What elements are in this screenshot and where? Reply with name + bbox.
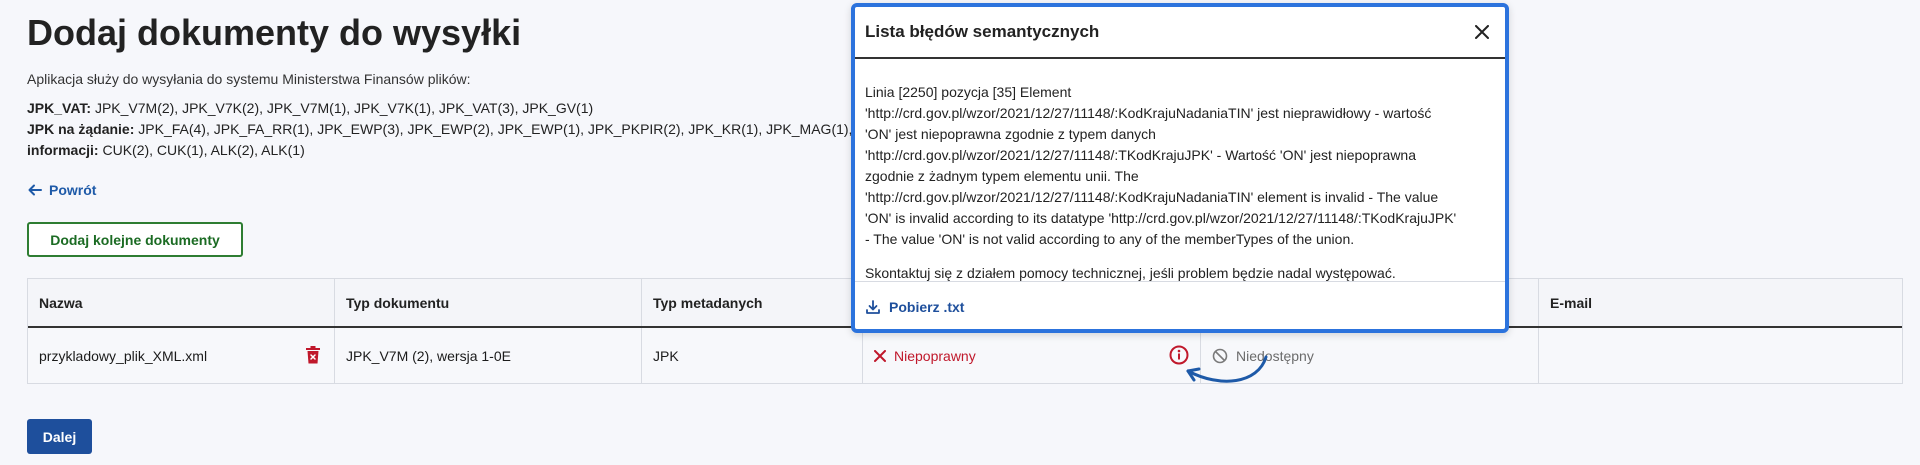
close-button[interactable] (1471, 21, 1493, 43)
jpk-vat-line: JPK_VAT: JPK_V7M(2), JPK_V7K(2), JPK_V7M… (27, 98, 929, 119)
add-more-documents-button[interactable]: Dodaj kolejne dokumenty (27, 222, 243, 257)
error-line: 'http://crd.gov.pl/wzor/2021/12/27/11148… (865, 147, 1417, 163)
back-label: Powrót (49, 182, 97, 198)
error-line: zgodnie z żadnym typem elementu unii. Th… (865, 168, 1139, 184)
trash-icon[interactable] (305, 346, 321, 364)
cell-email (1539, 328, 1902, 383)
line-label: informacji: (27, 142, 99, 158)
line-value: JPK_V7M(2), JPK_V7K(2), JPK_V7M(1), JPK_… (94, 100, 594, 116)
dialog-footer: Pobierz .txt (855, 281, 1505, 331)
error-message: Linia [2250] pozycja [35] Element 'http:… (865, 82, 1495, 250)
next-button[interactable]: Dalej (27, 419, 92, 454)
jpk-on-demand-line: JPK na żądanie: JPK_FA(4), JPK_FA_RR(1),… (27, 119, 929, 140)
arrow-left-icon (28, 184, 42, 196)
header-doc-type: Typ dokumentu (335, 279, 642, 326)
close-icon (1475, 25, 1489, 39)
error-line: 'http://crd.gov.pl/wzor/2021/12/27/11148… (865, 189, 1439, 205)
cell-status: Niepoprawny (863, 328, 1201, 383)
cell-doc-type: JPK_V7M (2), wersja 1-0E (335, 328, 642, 383)
error-line: - The value 'ON' is not valid according … (865, 231, 1355, 247)
download-txt-button[interactable]: Pobierz .txt (865, 299, 964, 315)
error-line: 'ON' jest niepoprawna zgodnie z typem da… (865, 126, 1156, 142)
file-name: przykladowy_plik_XML.xml (39, 347, 208, 364)
header-name: Nazwa (28, 279, 335, 326)
error-line: Linia [2250] pozycja [35] Element (865, 84, 1072, 100)
cell-name: przykladowy_plik_XML.xml (28, 328, 335, 383)
information-line: informacji: CUK(2), CUK(1), ALK(2), ALK(… (27, 140, 929, 161)
download-label: Pobierz .txt (889, 298, 965, 315)
close-x-icon (874, 349, 886, 362)
header-meta-type: Typ metadanych (642, 279, 863, 326)
line-value: CUK(2), CUK(1), ALK(2), ALK(1) (102, 142, 305, 158)
download-icon (866, 299, 880, 314)
line-value: JPK_FA(4), JPK_FA_RR(1), JPK_EWP(3), JPK… (138, 121, 930, 137)
line-label: JPK_VAT: (27, 100, 92, 116)
status-invalid: Niepoprawny (874, 348, 976, 364)
error-line: 'http://crd.gov.pl/wzor/2021/12/27/11148… (865, 105, 1432, 121)
intro-text: Aplikacja służy do wysyłania do systemu … (27, 71, 471, 87)
dialog-title: Lista błędów semantycznych (865, 22, 1100, 41)
supported-files-list: JPK_VAT: JPK_V7M(2), JPK_V7K(2), JPK_V7M… (27, 98, 929, 161)
curved-arrow-icon (1186, 355, 1268, 383)
semantic-errors-dialog: Lista błędów semantycznych Linia [2250] … (851, 3, 1509, 333)
line-label: JPK na żądanie: (27, 121, 135, 137)
status-label: Niepoprawny (894, 347, 976, 364)
dialog-body: Linia [2250] pozycja [35] Element 'http:… (855, 59, 1505, 281)
table-row: przykladowy_plik_XML.xml JPK_V7M (2), we… (28, 328, 1902, 383)
header-email: E-mail (1550, 294, 1593, 311)
error-line: 'ON' is invalid according to its datatyp… (865, 210, 1457, 226)
dialog-header: Lista błędów semantycznych (855, 7, 1505, 59)
page-title: Dodaj dokumenty do wysyłki (27, 12, 522, 53)
back-link[interactable]: Powrót (27, 182, 96, 198)
cell-meta-type: JPK (642, 328, 863, 383)
